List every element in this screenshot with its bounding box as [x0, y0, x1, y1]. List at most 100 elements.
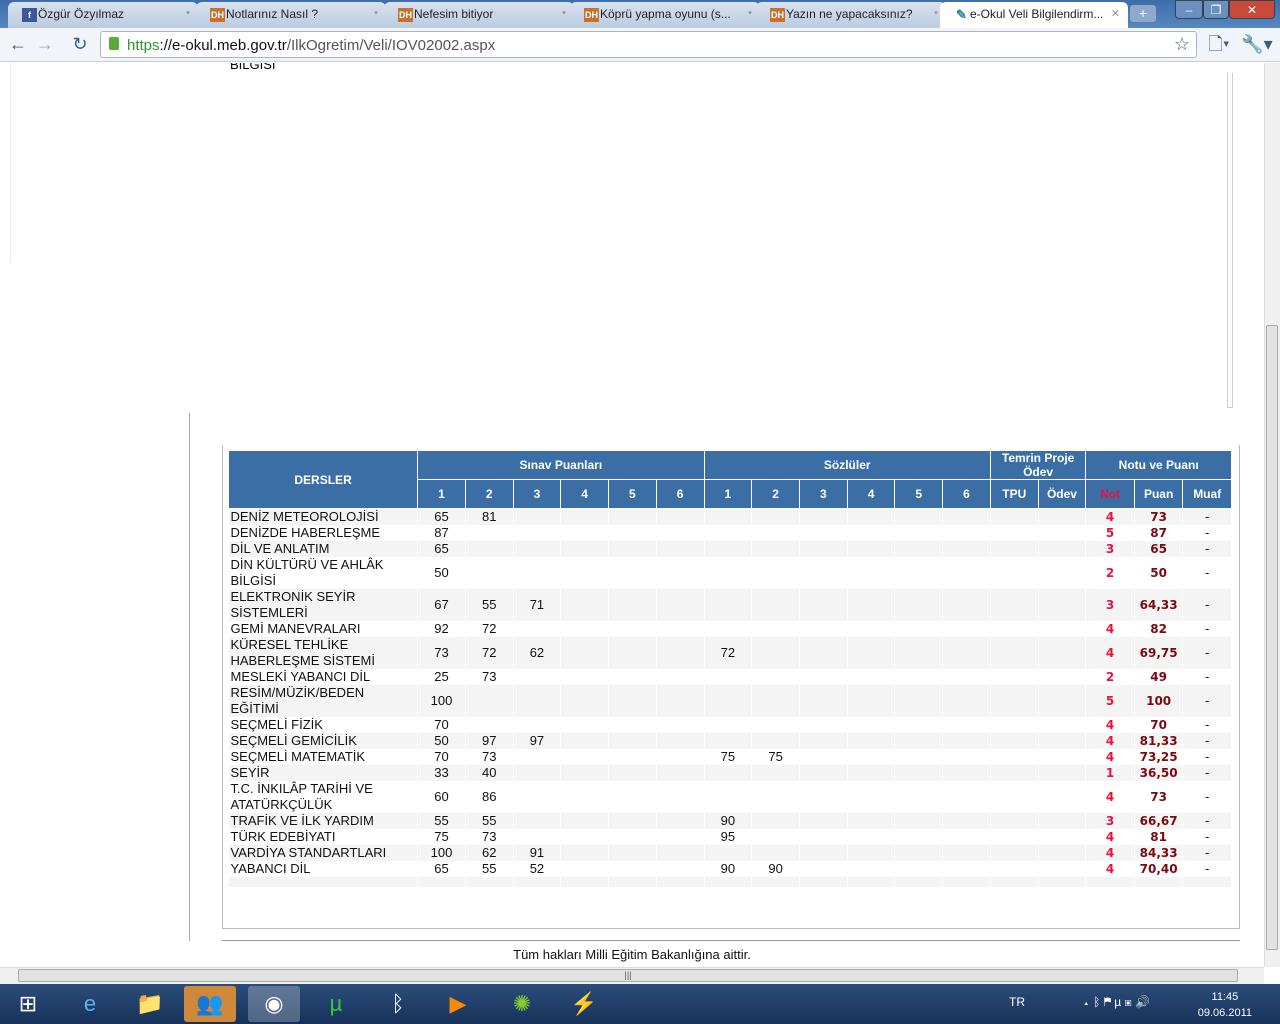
new-tab-button[interactable]: +: [1130, 5, 1156, 22]
oral-score: [799, 749, 848, 765]
oral-score: [704, 621, 753, 637]
oral-score: [847, 541, 896, 557]
messenger-icon[interactable]: 👥: [184, 986, 236, 1022]
exam-score: [656, 525, 705, 541]
tab-close-icon[interactable]: •: [934, 7, 938, 19]
odev-score: [1038, 557, 1087, 589]
exam-score: [608, 765, 657, 781]
tab-close-icon[interactable]: •: [186, 7, 190, 19]
muaf: -: [1182, 749, 1232, 765]
tab[interactable]: DH Yazın ne yapacaksınız? •: [756, 2, 946, 28]
chrome-icon[interactable]: ◉: [248, 986, 300, 1022]
oral-score: [751, 541, 800, 557]
grade-not: 4: [1085, 717, 1135, 733]
exam-score: [560, 669, 609, 685]
tab[interactable]: DH Notlarınız Nasıl ? •: [196, 2, 386, 28]
exam-score: [465, 525, 514, 541]
exam-score: 40: [465, 765, 514, 781]
exam-score: [656, 508, 705, 525]
empty-row: [228, 877, 1232, 887]
exam-score: [513, 525, 562, 541]
language-indicator[interactable]: TR: [1009, 995, 1025, 1009]
app-icon[interactable]: ✺: [496, 986, 548, 1022]
tab-close-icon[interactable]: •: [562, 7, 566, 19]
exam-score: [513, 621, 562, 637]
exam-score: [608, 508, 657, 525]
muaf: -: [1182, 765, 1232, 781]
oral-score: [704, 717, 753, 733]
tab[interactable]: DH Köprü yapma oyunu (s... •: [570, 2, 760, 28]
wrench-menu-icon[interactable]: 🔧▾: [1240, 32, 1274, 58]
grade-puan: 81,33: [1134, 733, 1184, 749]
exam-score: [465, 717, 514, 733]
exam-score: [560, 508, 609, 525]
oral-score: [942, 765, 991, 781]
tab[interactable]: ✎ e-Okul Veli Bilgilendirm... ✕: [940, 2, 1128, 28]
tab-close-icon[interactable]: •: [748, 7, 752, 19]
oral-score: [894, 685, 944, 717]
clock[interactable]: 11:45 09.06.2011: [1198, 989, 1252, 1021]
winamp-icon[interactable]: ⚡: [558, 986, 610, 1022]
odev-score: [1038, 589, 1087, 621]
lock-icon: [109, 37, 119, 50]
address-bar[interactable]: https://e-okul.meb.gov.tr/IlkOgretim/Vel…: [100, 31, 1197, 58]
tab-close-icon[interactable]: ✕: [1111, 7, 1120, 20]
header-temrin: Temrin Proje Ödev: [989, 450, 1087, 480]
tray-icons[interactable]: ▴ ᛒ ⚑ µ ▣ 🔊: [1083, 995, 1150, 1009]
oral-score: [704, 557, 753, 589]
exam-score: [465, 541, 514, 557]
oral-score: [704, 781, 753, 813]
media-player-icon[interactable]: ▶: [432, 986, 484, 1022]
oral-score: 72: [704, 637, 753, 669]
tpu-score: [990, 637, 1039, 669]
oral-score: [847, 589, 896, 621]
horizontal-scroll-thumb[interactable]: |||: [18, 969, 1238, 982]
muaf: -: [1182, 525, 1232, 541]
exam-score: 73: [465, 829, 514, 845]
start-button[interactable]: ⊞: [2, 986, 54, 1022]
tab-label: Yazın ne yapacaksınız?: [786, 7, 913, 21]
oral-score: [799, 781, 848, 813]
page-menu-icon[interactable]: 🗋▾: [1204, 32, 1234, 58]
tab-close-icon[interactable]: •: [374, 7, 378, 19]
grades-table: DERSLER Sınav Puanları Sözlüler Temrin P…: [227, 450, 1232, 887]
grade-not: 4: [1085, 637, 1135, 669]
table-row: KÜRESEL TEHLİKE HABERLEŞME SİSTEMİ 73 72 62…: [228, 637, 1232, 669]
exam-score: 50: [417, 733, 466, 749]
close-window-button[interactable]: ✕: [1229, 0, 1275, 19]
exam-score: [513, 541, 562, 557]
exam-score: [656, 813, 705, 829]
dh-icon: DH: [398, 8, 413, 22]
oral-score: [704, 525, 753, 541]
table-row: MESLEKİ YABANCI DİL 25 73 2 49-: [228, 669, 1232, 685]
exam-score: [608, 669, 657, 685]
exam-score: [560, 717, 609, 733]
grade-puan: 36,50: [1134, 765, 1184, 781]
bluetooth-icon[interactable]: ᛒ: [372, 986, 424, 1022]
exam-score: 70: [417, 749, 466, 765]
utorrent-icon[interactable]: µ: [310, 986, 362, 1022]
taskbar: ⊞ e 📁 👥 ◉ µ ᛒ ▶ ✺ ⚡ TR ▴ ᛒ ⚑ µ ▣ 🔊 11:45…: [0, 984, 1280, 1024]
oral-score: [942, 717, 991, 733]
exam-score: [513, 717, 562, 733]
reload-button[interactable]: ↻: [66, 32, 94, 58]
forward-button[interactable]: →: [32, 32, 58, 58]
grade-puan: 73: [1134, 781, 1184, 813]
course-name: SEÇMELİ MATEMATİK: [228, 749, 419, 765]
exam-score: [656, 669, 705, 685]
odev-score: [1038, 845, 1087, 861]
exam-score: 75: [417, 829, 466, 845]
grade-puan: 49: [1134, 669, 1184, 685]
vertical-scroll-thumb[interactable]: [1266, 325, 1278, 950]
oral-score: [799, 637, 848, 669]
minimize-button[interactable]: –: [1175, 0, 1203, 19]
explorer-icon[interactable]: 📁: [124, 986, 176, 1022]
bookmark-star-icon[interactable]: ☆: [1174, 34, 1190, 55]
tab[interactable]: DH Nefesim bitiyor •: [384, 2, 574, 28]
ie-icon[interactable]: e: [64, 986, 116, 1022]
exam-score: [560, 733, 609, 749]
tab-label: Köprü yapma oyunu (s...: [600, 7, 731, 21]
back-button[interactable]: ←: [4, 32, 32, 58]
tab[interactable]: f Özgür Özyılmaz •: [8, 2, 198, 28]
maximize-button[interactable]: ❐: [1203, 0, 1229, 19]
